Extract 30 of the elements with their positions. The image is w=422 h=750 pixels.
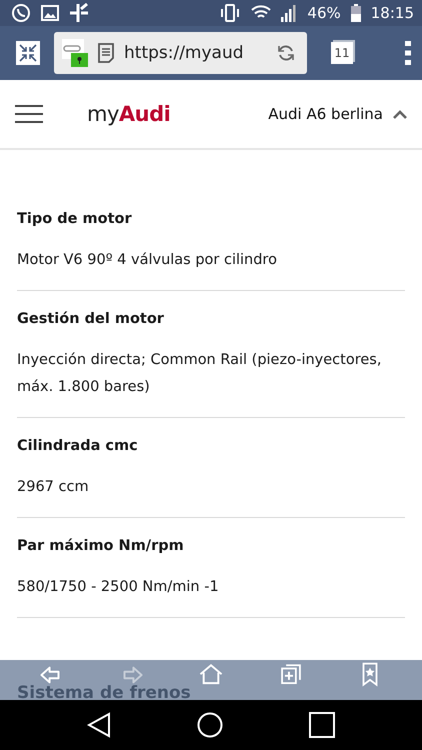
clock: 18:15 [370, 3, 414, 24]
image-icon [41, 5, 59, 21]
logo[interactable]: myAudi [87, 102, 170, 126]
spec-value: 580/1750 - 2500 Nm/min -1 [17, 578, 220, 597]
signal-icon [281, 4, 298, 22]
back-icon[interactable] [87, 712, 111, 738]
menu-icon[interactable] [404, 41, 412, 65]
home-button-icon[interactable] [197, 712, 223, 738]
spec-value: 2967 ccm [17, 478, 90, 497]
address-bar[interactable]: https://myaud [54, 32, 307, 74]
spec-label: Gestión del motor [17, 310, 165, 329]
vibrate-icon [219, 4, 242, 22]
reader-icon[interactable] [98, 43, 114, 63]
reload-icon[interactable] [277, 44, 295, 62]
spec-label: Tipo de motor [17, 210, 133, 229]
url-text: https://myaud [124, 43, 245, 63]
spec-value: Inyección directa; Common Rail (piezo-inyectores, máx. 1.800 bares) [17, 351, 382, 397]
spec-label: Cilindrada cmc [17, 437, 139, 456]
lock-icon [62, 39, 88, 67]
battery-icon [350, 4, 361, 22]
spec-label: Par máximo Nm/rpm [17, 537, 185, 556]
hamburger-menu-icon[interactable] [15, 105, 43, 123]
battery-percent: 46% [307, 3, 341, 24]
chat-icon [11, 3, 31, 23]
exit-fullscreen-icon[interactable] [16, 41, 40, 65]
model-selector[interactable]: Audi A6 berlina [268, 105, 407, 123]
spec-value: Motor V6 90º 4 válvulas por cilindro [17, 251, 278, 270]
recent-apps-icon[interactable] [309, 712, 335, 738]
section-heading: Sistema de frenos [17, 687, 191, 700]
tab-count[interactable]: 11 [331, 42, 353, 64]
